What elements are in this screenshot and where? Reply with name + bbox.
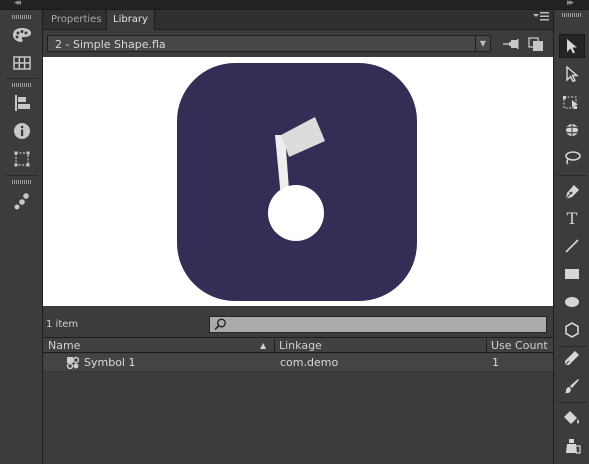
toolbar-divider [558,175,586,176]
free-transform-tool-icon[interactable] [559,90,585,114]
ink-bottle-tool-icon[interactable] [559,434,585,458]
line-tool-icon[interactable] [559,234,585,258]
text-tool-icon[interactable]: T [559,206,585,230]
brush-tool-icon[interactable] [559,374,585,398]
swatches-grid-icon[interactable] [9,52,35,74]
toolbar-divider [558,402,586,403]
table-row[interactable]: Symbol 1 com.demo 1 [43,354,553,372]
polystar-tool-icon[interactable] [559,318,585,342]
column-header-use-count[interactable]: Use Count [488,339,548,353]
library-panel: Properties Library 2 - Simple Shape.fla … [43,10,553,464]
collapse-left-arrows-icon[interactable]: ◂◂ [14,0,21,8]
dock-grip[interactable] [12,15,32,19]
dock-grip[interactable] [562,13,582,17]
new-library-panel-button[interactable] [528,37,544,51]
tab-library[interactable]: Library [106,10,155,30]
panel-menu-icon[interactable] [533,11,549,24]
library-search-box[interactable] [209,316,547,333]
text-tool-glyph: T [566,208,578,228]
info-icon[interactable] [9,120,35,142]
column-header-name[interactable]: Name [45,339,80,353]
column-divider[interactable] [486,339,487,353]
sort-ascending-icon[interactable]: ▲ [260,339,266,353]
search-icon [214,318,227,334]
dock-divider [6,78,38,79]
pin-library-button[interactable] [503,37,519,51]
library-status-bar: 1 item [43,312,553,334]
transform-icon[interactable] [9,148,35,170]
panel-tab-bar: Properties Library [43,10,553,30]
symbol-preview-graphic [177,63,417,301]
left-panel-dock [0,10,43,464]
oval-tool-icon[interactable] [559,290,585,314]
item-name: Symbol 1 [84,356,136,369]
tools-panel: T [553,10,589,464]
item-use-count: 1 [492,356,499,369]
subselection-tool-icon[interactable] [559,62,585,86]
3d-rotation-tool-icon[interactable] [559,118,585,142]
tab-properties[interactable]: Properties [45,10,108,30]
document-selector-value: 2 - Simple Shape.fla [55,38,166,51]
top-panel-strip: ◂◂ ▸▸ [0,0,589,10]
paint-bucket-tool-icon[interactable] [559,406,585,430]
chevron-down-icon[interactable]: ▼ [475,36,490,51]
pen-tool-icon[interactable] [559,180,585,204]
table-header: Name ▲ Linkage Use Count [43,337,553,353]
item-linkage: com.demo [280,356,339,369]
collapse-right-arrows-icon[interactable]: ▸▸ [567,0,574,8]
lasso-tool-icon[interactable] [559,146,585,170]
dock-grip[interactable] [12,83,32,87]
rectangle-tool-icon[interactable] [559,262,585,286]
symbol-preview-area [43,57,553,306]
selection-tool-icon[interactable] [559,34,585,58]
item-count-label: 1 item [46,319,79,330]
align-icon[interactable] [9,92,35,114]
components-icon[interactable] [9,190,35,212]
pencil-tool-icon[interactable] [559,346,585,370]
movie-clip-icon [65,355,81,370]
search-input[interactable] [230,317,544,332]
dock-grip[interactable] [12,180,32,184]
column-divider[interactable] [274,339,275,353]
dock-divider [6,175,38,176]
document-selector[interactable]: 2 - Simple Shape.fla ▼ [47,35,491,52]
column-header-linkage[interactable]: Linkage [276,339,322,353]
color-palette-icon[interactable] [9,24,35,46]
